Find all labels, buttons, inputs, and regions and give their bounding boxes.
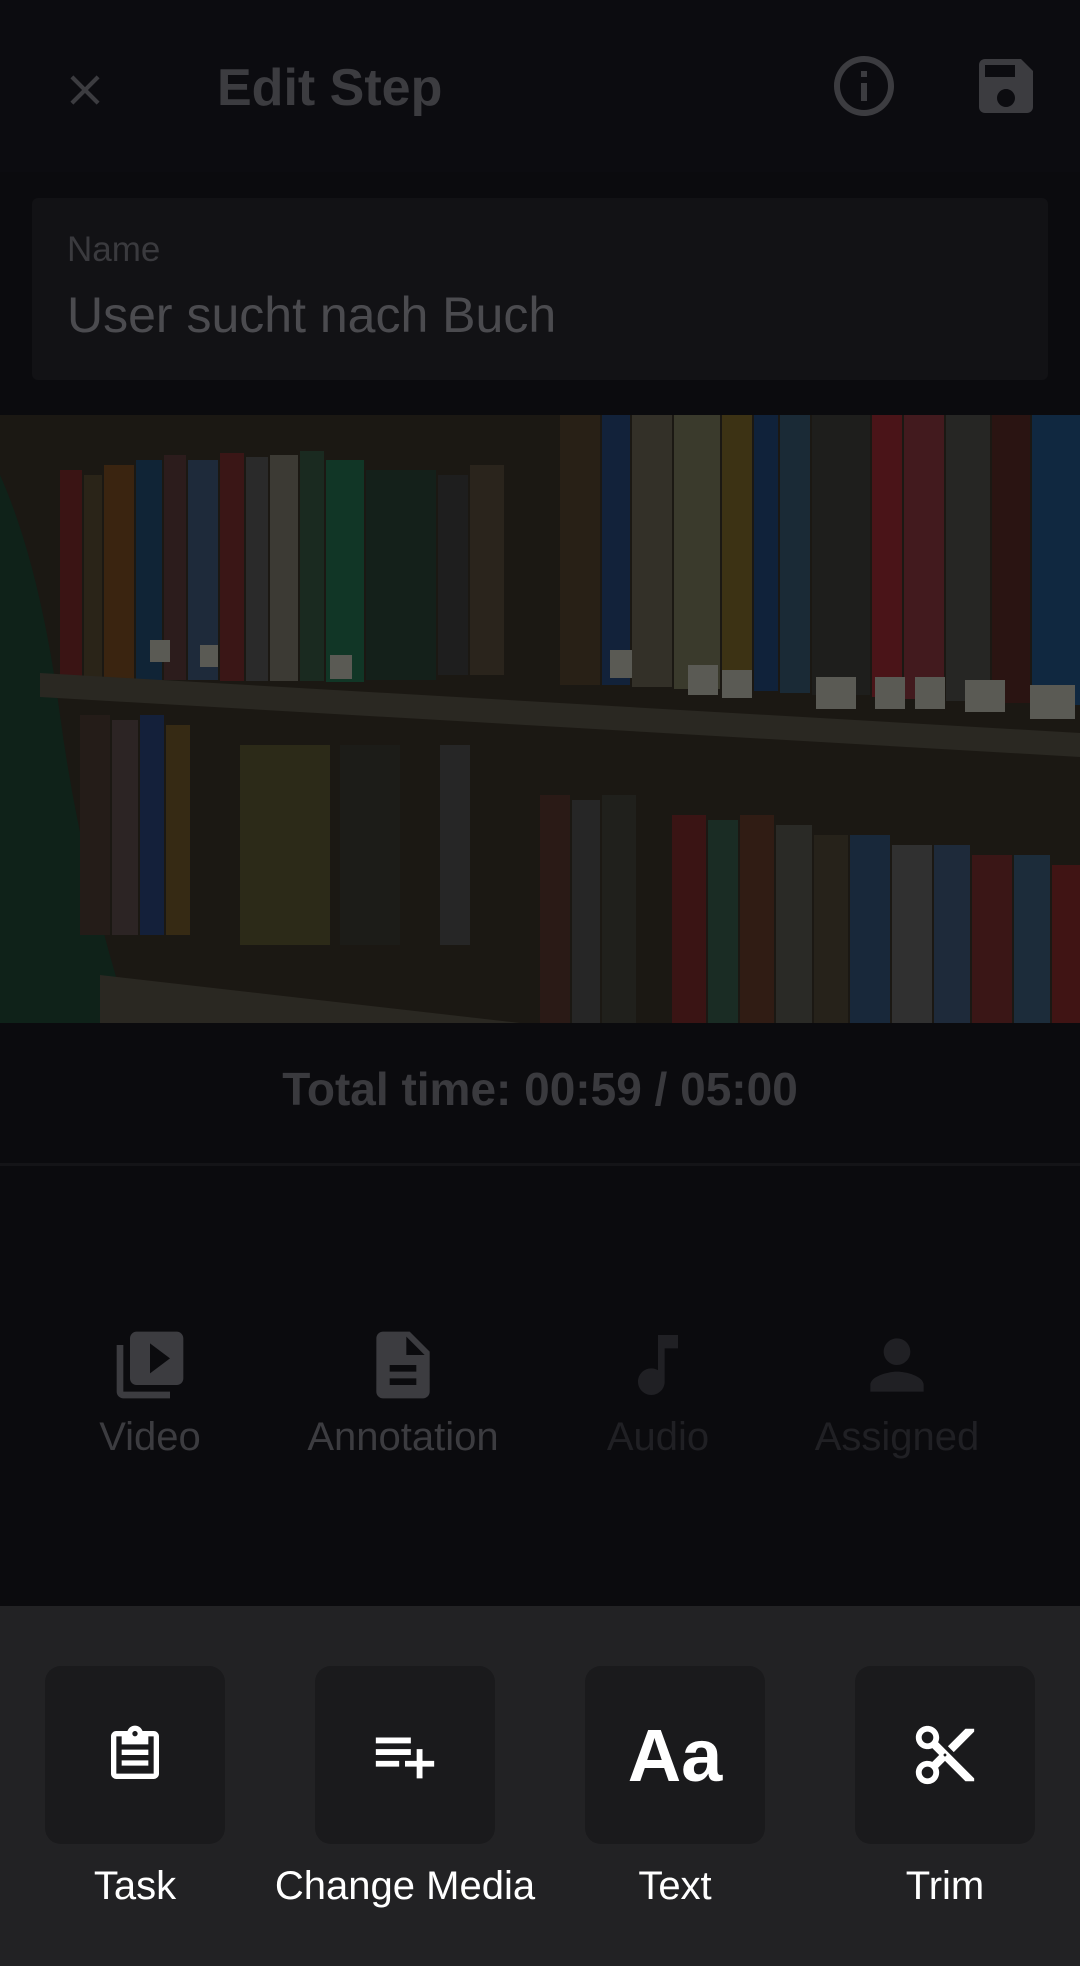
page-title: Edit Step — [217, 59, 443, 117]
task-action[interactable]: Task — [45, 1666, 225, 1909]
change-media-action[interactable]: Change Media — [275, 1666, 535, 1909]
save-button[interactable] — [970, 50, 1042, 122]
trim-button[interactable] — [855, 1666, 1035, 1844]
info-button[interactable] — [828, 50, 900, 122]
music-note-icon — [638, 1335, 678, 1395]
task-label: Task — [93, 1864, 177, 1908]
tab-annotation-label: Annotation — [307, 1415, 499, 1459]
media-tabs: Video Annotation Audio Assigned — [0, 1325, 1080, 1485]
bookshelf-image — [0, 415, 1080, 1023]
action-sheet: Task Change Media Aa Text Trim — [0, 1606, 1080, 1966]
media-preview[interactable] — [0, 415, 1080, 1023]
close-button[interactable] — [50, 55, 120, 125]
tab-assigned[interactable]: Assigned — [800, 1325, 994, 1460]
app-bar: Edit Step — [0, 0, 1080, 172]
tab-audio-label: Audio — [606, 1415, 710, 1459]
tab-annotation[interactable]: Annotation — [293, 1325, 513, 1460]
tab-audio[interactable]: Audio — [598, 1325, 718, 1460]
change-media-label: Change Media — [274, 1864, 536, 1908]
change-media-button[interactable] — [315, 1666, 495, 1844]
trim-label: Trim — [905, 1864, 985, 1908]
tab-video-label: Video — [99, 1415, 201, 1459]
divider — [0, 1163, 1080, 1166]
text-label: Text — [638, 1864, 712, 1908]
name-field[interactable]: Name User sucht nach Buch — [32, 198, 1048, 380]
trim-action[interactable]: Trim — [855, 1666, 1035, 1909]
name-field-label: Name — [67, 230, 161, 269]
playlist-add-icon — [375, 1737, 435, 1779]
person-icon — [870, 1338, 924, 1392]
tab-assigned-label: Assigned — [814, 1415, 980, 1459]
total-time-label: Total time: 00:59 / 05:00 — [282, 1063, 798, 1115]
document-icon — [376, 1331, 430, 1399]
text-icon: Aa — [627, 1713, 723, 1797]
close-icon — [70, 75, 100, 105]
tab-video[interactable]: Video — [90, 1325, 210, 1460]
video-library-icon — [116, 1331, 184, 1399]
text-button[interactable]: Aa — [585, 1666, 765, 1844]
scissors-icon — [915, 1725, 975, 1785]
name-field-value[interactable]: User sucht nach Buch — [67, 286, 556, 344]
task-button[interactable] — [45, 1666, 225, 1844]
text-action[interactable]: Aa Text — [585, 1666, 765, 1909]
info-icon — [834, 56, 894, 116]
save-icon — [979, 59, 1033, 113]
clipboard-icon — [111, 1725, 159, 1779]
